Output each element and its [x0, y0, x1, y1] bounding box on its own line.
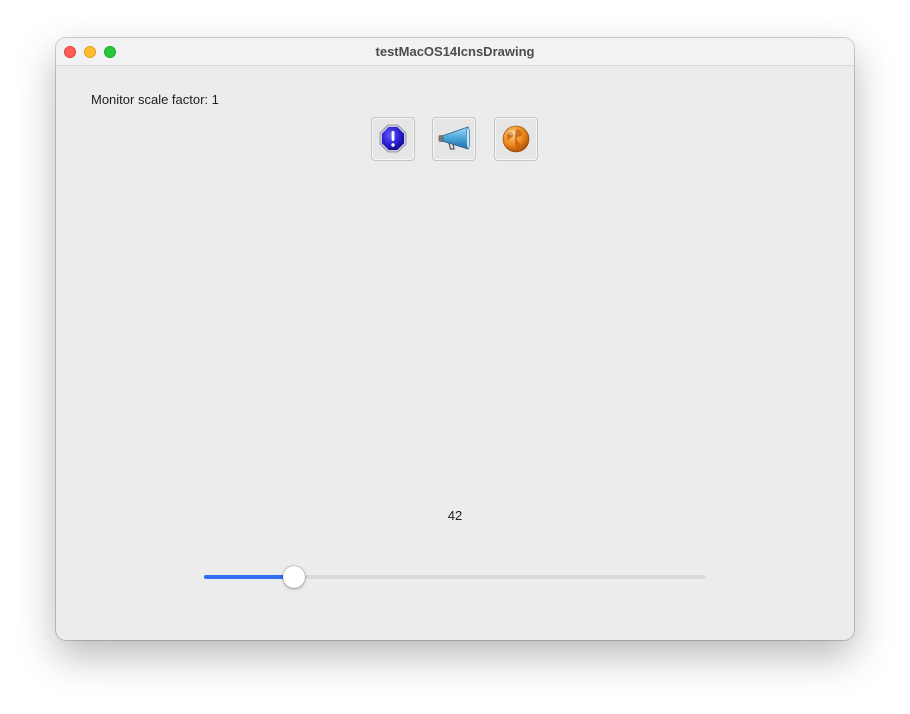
app-window: testMacOS14IcnsDrawing Monitor scale fac… — [56, 38, 854, 640]
value-slider[interactable] — [204, 564, 706, 590]
slider-fill — [204, 575, 295, 579]
monitor-scale-label: Monitor scale factor: 1 — [91, 92, 219, 107]
globe-icon-button[interactable] — [494, 117, 538, 161]
title-bar[interactable]: testMacOS14IcnsDrawing — [56, 38, 854, 66]
slider-thumb[interactable] — [283, 566, 306, 588]
alert-icon-button[interactable] — [371, 117, 415, 161]
slider-value-label: 42 — [447, 508, 463, 523]
window-content: Monitor scale factor: 1 42 — [56, 66, 854, 640]
alert-stop-icon — [379, 124, 407, 153]
globe-icon — [502, 125, 530, 153]
megaphone-icon — [438, 126, 471, 150]
window-title: testMacOS14IcnsDrawing — [375, 44, 535, 59]
megaphone-icon-button[interactable] — [432, 117, 476, 161]
